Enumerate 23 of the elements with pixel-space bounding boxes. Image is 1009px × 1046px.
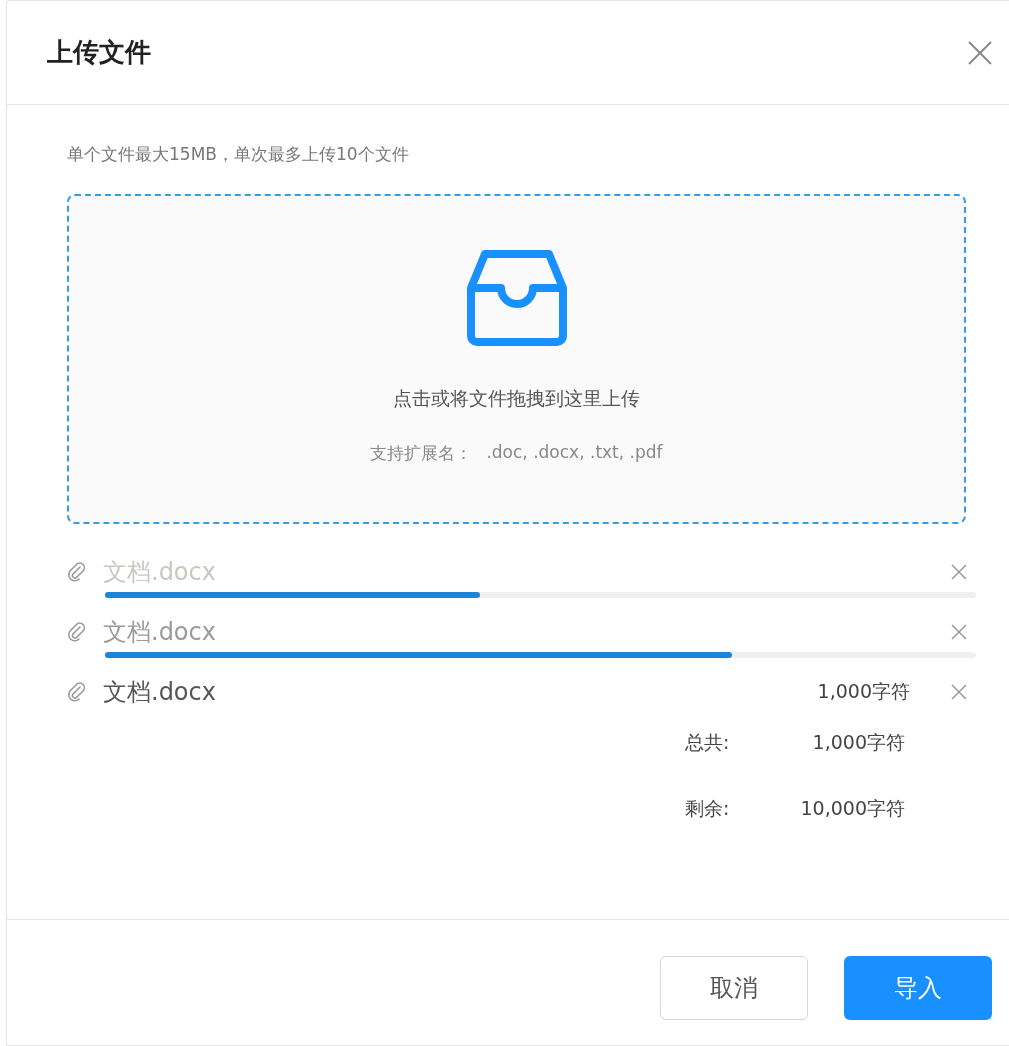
file-name: 文档.docx — [103, 557, 217, 588]
paperclip-icon — [67, 682, 87, 702]
summary-label: 总共: — [685, 730, 731, 755]
dialog-title: 上传文件 — [47, 36, 151, 69]
summary-value: 10,000字符 — [799, 796, 905, 821]
inbox-icon — [466, 248, 567, 346]
summary-label: 剩余: — [685, 796, 731, 821]
cancel-button[interactable]: 取消 — [660, 955, 808, 1020]
remove-icon[interactable] — [950, 623, 968, 641]
remove-icon[interactable] — [950, 683, 968, 701]
extensions-label: 支持扩展名： — [370, 442, 473, 465]
file-name: 文档.docx — [103, 617, 217, 648]
character-count: 1,000字符 — [817, 679, 910, 704]
extensions-list: .doc, .docx, .txt, .pdf — [486, 442, 663, 465]
remove-icon[interactable] — [950, 563, 968, 581]
dropzone-text: 点击或将文件拖拽到这里上传 — [393, 386, 640, 411]
summary-value: 1,000字符 — [811, 730, 905, 755]
file-name: 文档.docx — [103, 677, 217, 708]
dropzone[interactable]: 点击或将文件拖拽到这里上传 支持扩展名： .doc, .docx, .txt, .pdf — [67, 194, 966, 524]
paperclip-icon — [67, 562, 87, 582]
paperclip-icon — [67, 622, 87, 642]
close-icon[interactable] — [967, 39, 993, 66]
upload-hint: 单个文件最大15MB，单次最多上传10个文件 — [67, 143, 410, 166]
